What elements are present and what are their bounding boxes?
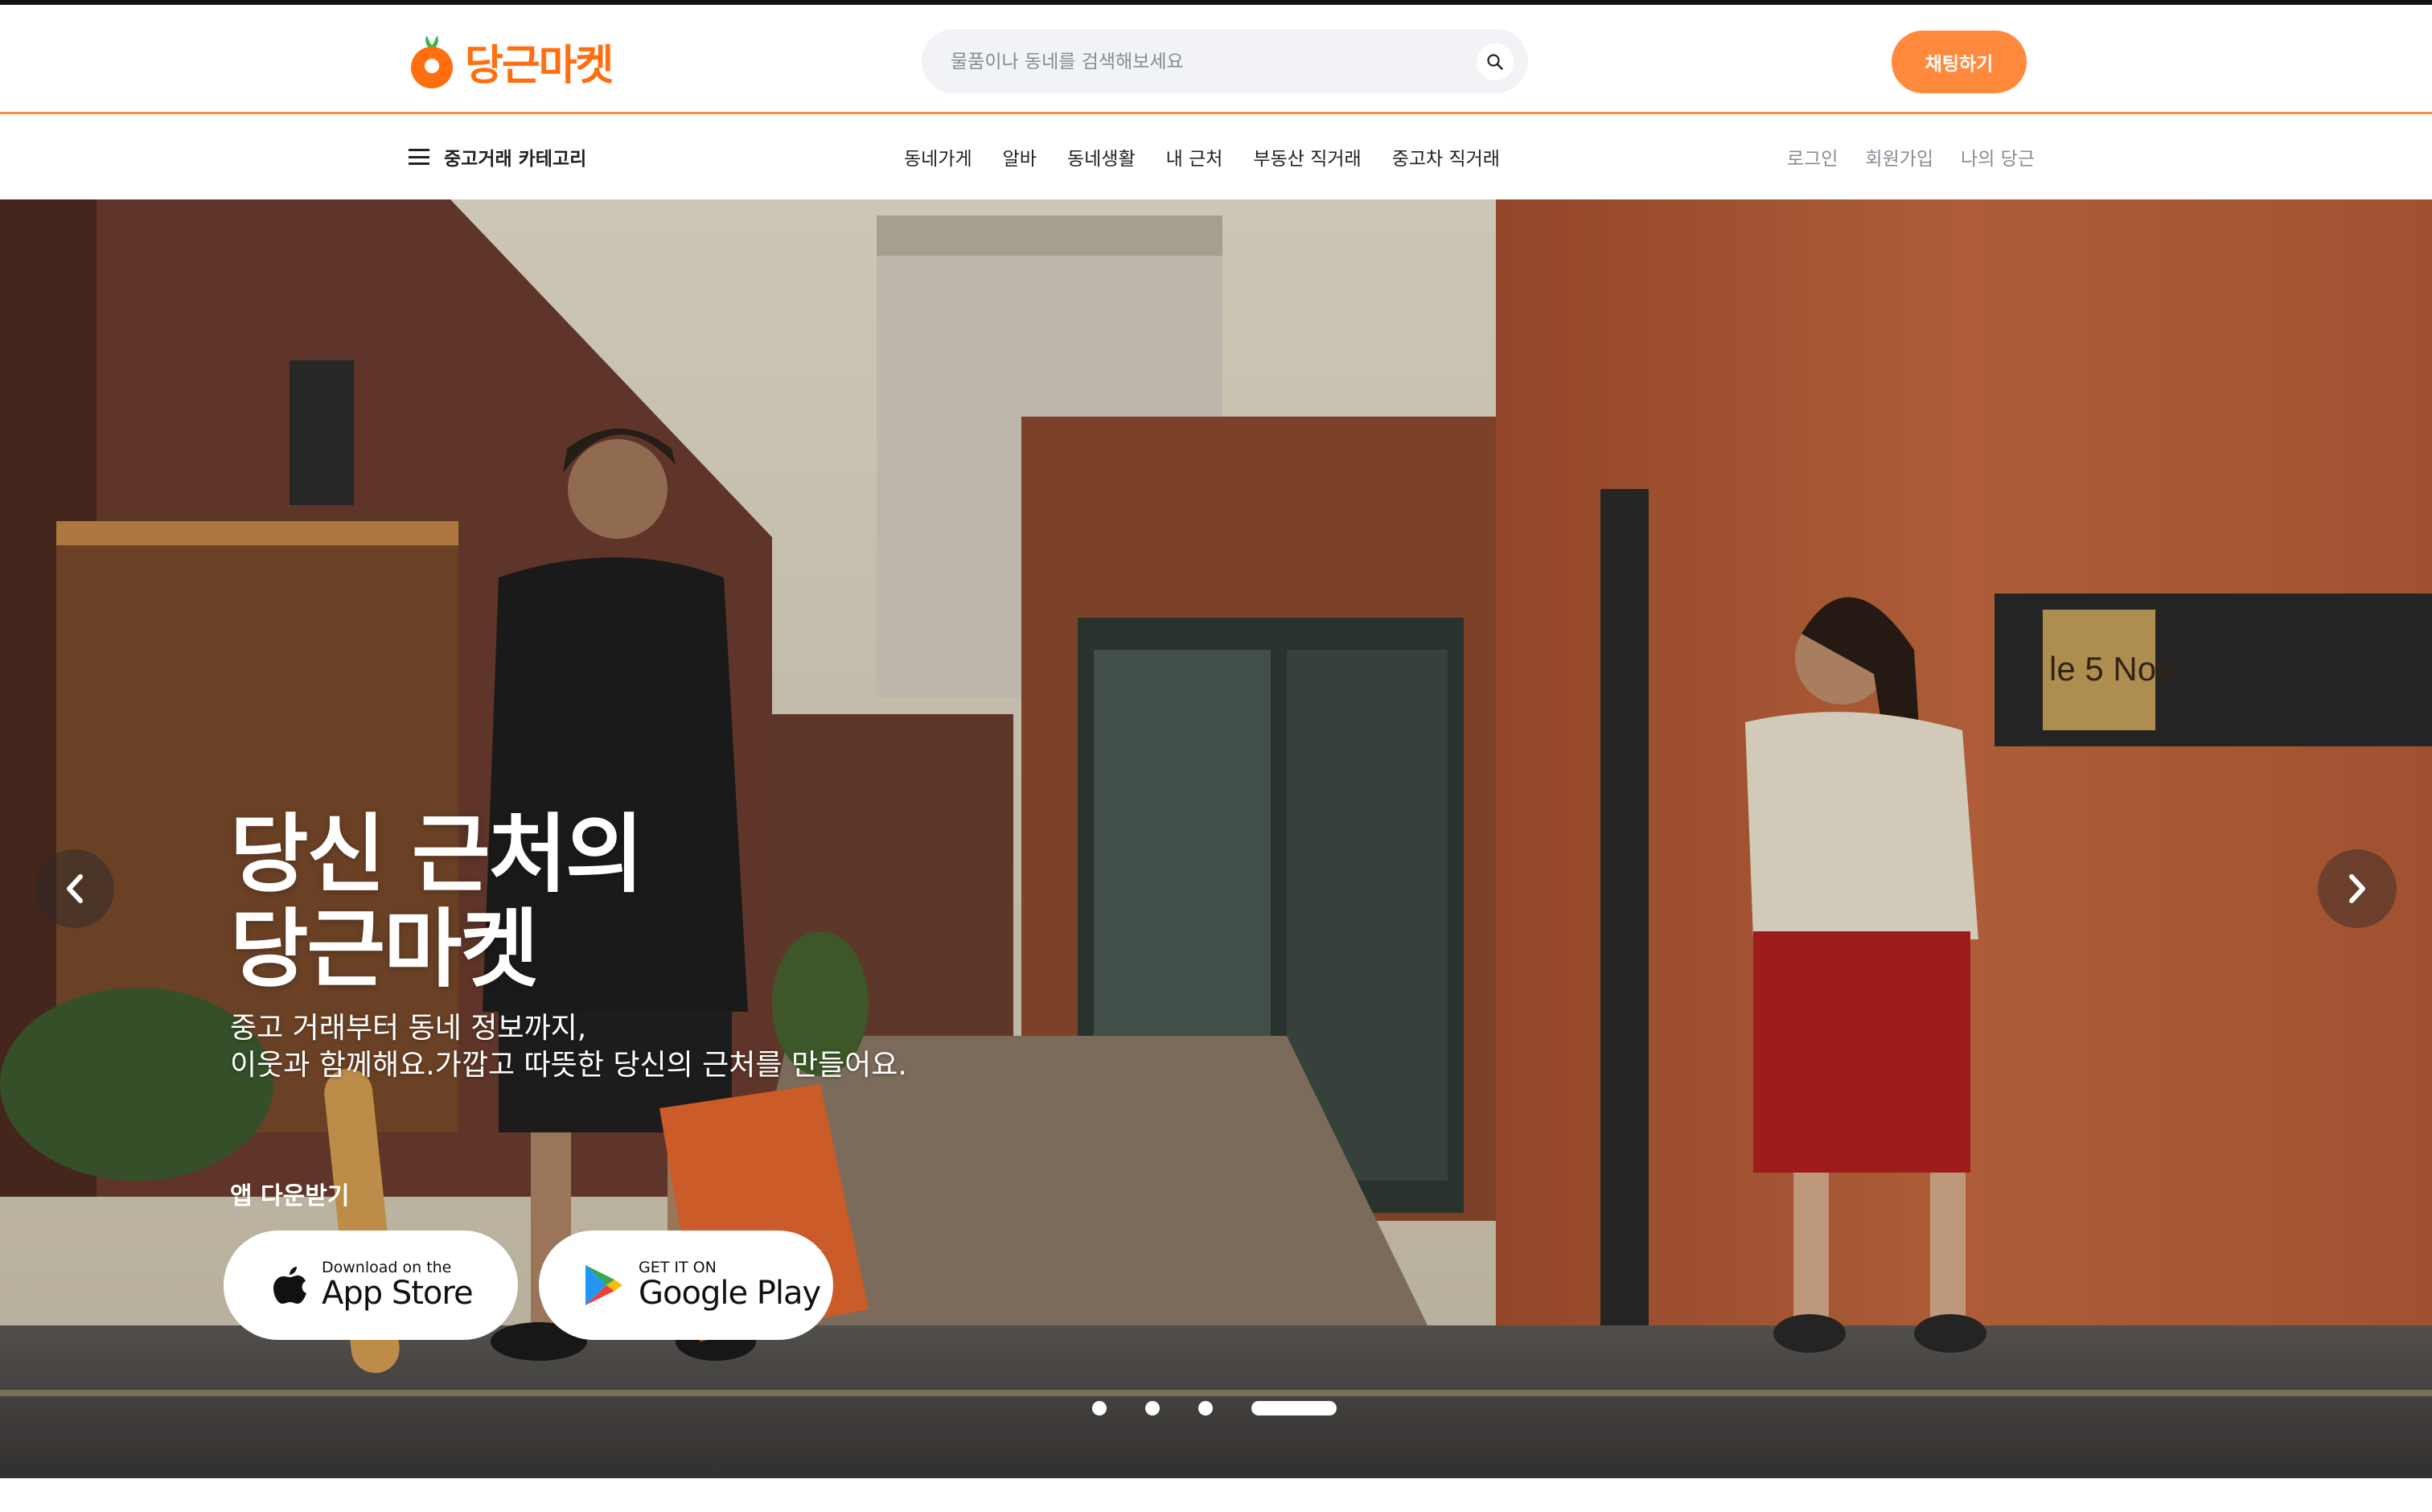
nav-item-local-store[interactable]: 동네가게 (904, 143, 972, 171)
main-nav: 중고거래 카테고리 동네가게 알바 동네생활 내 근처 부동산 직거래 중고차 … (0, 114, 2432, 199)
nav-item-community[interactable]: 동네생활 (1067, 143, 1136, 171)
app-download-label: 앱 다운받기 (230, 1182, 350, 1210)
hamburger-icon (409, 149, 429, 165)
slide-dot-4-active[interactable] (1251, 1401, 1337, 1415)
app-store-big: App Store (322, 1275, 474, 1312)
my-karrot-link[interactable]: 나의 당근 (1961, 143, 2035, 171)
slide-dot-2[interactable] (1145, 1401, 1160, 1415)
nav-item-jobs[interactable]: 알바 (1003, 143, 1037, 171)
hero-subtitle-line2: 이웃과 함께해요.가깝고 따뜻한 당신의 근처를 만들어요. (230, 1049, 907, 1082)
carrot-logo-icon (411, 35, 453, 88)
logo-text: 당근마켓 (465, 41, 614, 90)
hero-banner: le 5 Nov 당신 근처의 당근마켓 중고 거래부터 동네 정보까지, 이웃… (0, 199, 2432, 1478)
slide-indicators (1092, 1401, 1337, 1415)
hero-subtitle: 중고 거래부터 동네 정보까지, 이웃과 함께해요.가깝고 따뜻한 당신의 근처… (230, 1010, 907, 1084)
category-label: 중고거래 카테고리 (444, 149, 587, 170)
app-store-button[interactable]: Download on the App Store (224, 1231, 518, 1340)
user-links: 로그인 회원가입 나의 당근 (1787, 114, 2035, 199)
next-slide-button[interactable] (2318, 849, 2397, 928)
category-menu-button[interactable]: 중고거래 카테고리 (409, 114, 586, 199)
app-store-small: Download on the (322, 1259, 452, 1276)
chevron-left-icon (67, 874, 83, 903)
chevron-right-icon (2349, 874, 2365, 903)
hero-title-line1: 당신 근처의 (230, 805, 644, 904)
nav-item-real-estate[interactable]: 부동산 직거래 (1253, 143, 1361, 171)
nav-menu: 동네가게 알바 동네생활 내 근처 부동산 직거래 중고차 직거래 (904, 114, 1500, 199)
search-bar[interactable] (922, 29, 1528, 95)
chat-button[interactable]: 채팅하기 (1892, 31, 2027, 93)
search-button[interactable] (1477, 43, 1514, 80)
prev-slide-button[interactable] (35, 849, 114, 928)
apple-icon (273, 1267, 306, 1304)
slide-dot-3[interactable] (1198, 1401, 1213, 1415)
search-input[interactable] (949, 29, 1467, 95)
hero-subtitle-line1: 중고 거래부터 동네 정보까지, (230, 1012, 587, 1045)
logo[interactable]: 당근마켓 (409, 32, 614, 90)
login-link[interactable]: 로그인 (1787, 143, 1838, 171)
hero-title-line2: 당근마켓 (230, 900, 539, 999)
google-play-icon (585, 1265, 622, 1305)
nav-item-used-cars[interactable]: 중고차 직거래 (1392, 143, 1500, 171)
google-play-text: GET IT ON Google Play (639, 1259, 821, 1312)
site-header: 당근마켓 채팅하기 (0, 5, 2432, 114)
slide-dot-1[interactable] (1092, 1401, 1107, 1415)
google-play-big: Google Play (639, 1275, 821, 1312)
search-icon (1487, 54, 1503, 70)
nav-item-nearby[interactable]: 내 근처 (1166, 143, 1223, 171)
google-play-button[interactable]: GET IT ON Google Play (539, 1231, 833, 1340)
hero-title: 당신 근처의 당근마켓 (230, 805, 644, 999)
signup-link[interactable]: 회원가입 (1865, 143, 1933, 171)
google-play-small: GET IT ON (639, 1259, 717, 1276)
app-store-text: Download on the App Store (322, 1259, 474, 1312)
